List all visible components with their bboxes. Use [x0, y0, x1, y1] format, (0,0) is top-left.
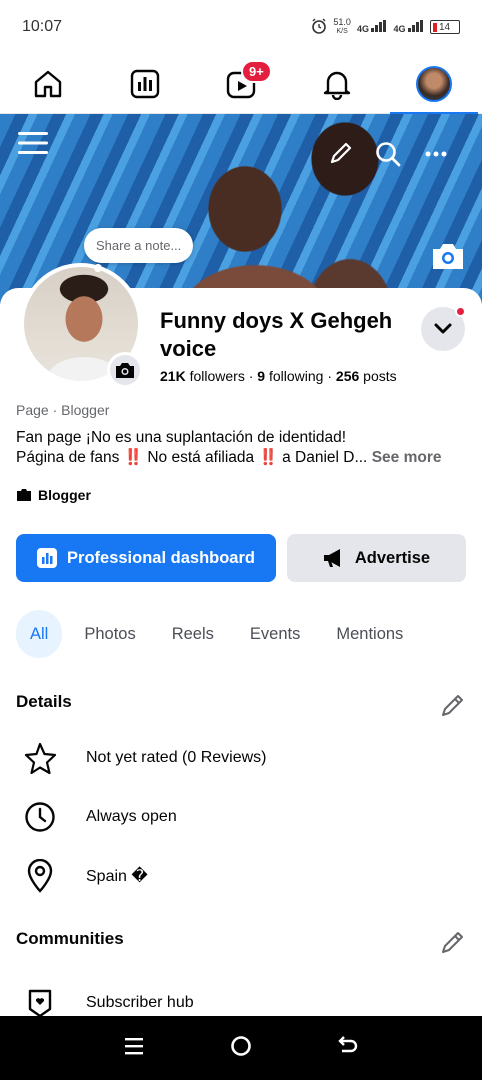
tab-reels[interactable]: 9+	[211, 54, 272, 114]
category-tag: Blogger	[16, 487, 91, 503]
network-speed-value: 51.0	[333, 17, 351, 27]
search-icon[interactable]	[372, 138, 404, 170]
filter-events[interactable]: Events	[236, 610, 314, 658]
hours-text: Always open	[86, 808, 177, 825]
advertise-label: Advertise	[354, 548, 431, 567]
stats-separator: ·	[248, 368, 258, 384]
battery-level: 14	[439, 21, 451, 33]
alarm-icon	[311, 18, 327, 37]
home-icon	[34, 70, 62, 97]
profile-switch-dropdown[interactable]	[421, 306, 466, 351]
edit-icon[interactable]	[326, 138, 356, 168]
posts-count: 256	[335, 368, 360, 384]
avatar-camera-button[interactable]	[107, 352, 143, 388]
followers-count[interactable]: 21K	[160, 368, 186, 384]
communities-title: Communities	[16, 929, 124, 948]
menu-icon[interactable]	[16, 126, 50, 160]
home-button-icon[interactable]	[230, 1035, 252, 1062]
note-bubble-tail	[94, 264, 102, 272]
clock-icon	[16, 797, 64, 837]
battery-icon: 14	[430, 20, 460, 34]
notifications-badge: 9+	[240, 59, 272, 83]
back-icon[interactable]	[337, 1035, 359, 1061]
system-navigation-bar	[0, 1016, 482, 1080]
filter-all[interactable]: All	[16, 610, 63, 658]
network-speed-unit: K/S	[336, 28, 348, 35]
page-name: Funny doys X Gehgeh voice	[160, 308, 393, 361]
signal-bars-icon	[408, 20, 423, 32]
share-note-label: Share a note...	[96, 238, 182, 253]
tab-profile[interactable]	[389, 54, 478, 115]
share-note-button[interactable]: Share a note...	[84, 228, 194, 263]
signal-2-label: 4G	[393, 24, 406, 34]
recent-apps-icon[interactable]	[123, 1036, 145, 1061]
location-text: Spain �	[86, 868, 148, 885]
signal-2: 4G	[393, 20, 424, 34]
dashboard-icon	[37, 548, 58, 568]
dashboard-icon	[130, 69, 159, 98]
camera-icon	[116, 363, 134, 378]
top-navigation: 9+	[0, 54, 482, 115]
briefcase-icon	[17, 489, 31, 501]
signal-bars-icon	[371, 20, 387, 32]
rating-text: Not yet rated (0 Reviews)	[86, 749, 267, 766]
status-icons: 51.0 K/S 4G 4G 14	[311, 18, 460, 37]
bio-line-2: Página de fans ‼️ No está afiliada ‼️ a …	[16, 448, 466, 468]
profile-stats: 21K followers · 9 following · 256 posts	[160, 368, 397, 384]
megaphone-icon	[323, 549, 340, 567]
status-time: 10:07	[22, 18, 63, 35]
rating-row[interactable]: Not yet rated (0 Reviews)	[16, 738, 267, 778]
tab-dashboard[interactable]	[115, 54, 175, 114]
bell-icon	[324, 71, 351, 100]
status-bar: 10:07 51.0 K/S 4G 4G 14	[0, 0, 482, 54]
following-count[interactable]: 9	[257, 368, 265, 384]
filter-photos[interactable]: Photos	[70, 610, 149, 658]
page-category: Page · Blogger	[16, 402, 110, 418]
page-bio: Fan page ¡No es una suplantación de iden…	[16, 428, 466, 468]
location-pin-icon	[16, 856, 64, 896]
edit-communities-icon[interactable]	[440, 929, 466, 955]
following-label[interactable]: following	[269, 368, 323, 384]
chevron-down-icon	[434, 323, 452, 334]
profile-filter-tabs: All Photos Reels Events Mentions	[16, 610, 482, 658]
camera-icon[interactable]	[430, 240, 466, 272]
edit-details-icon[interactable]	[440, 692, 466, 718]
professional-dashboard-button[interactable]: Professional dashboard	[16, 534, 276, 582]
tab-notifications[interactable]	[307, 54, 367, 114]
signal-1-label: 4G	[356, 24, 369, 34]
star-icon	[16, 738, 64, 778]
tab-home[interactable]	[18, 54, 78, 114]
category-tag-label: Blogger	[38, 487, 91, 503]
details-title: Details	[16, 692, 72, 711]
bio-line-2-text: Página de fans ‼️ No está afiliada ‼️ a …	[16, 449, 368, 466]
advertise-button[interactable]: Advertise	[287, 534, 466, 582]
see-more-link[interactable]: See more	[372, 449, 442, 466]
stats-separator: ·	[327, 368, 336, 384]
bio-line-1: Fan page ¡No es una suplantación de iden…	[16, 429, 347, 446]
notification-dot	[455, 306, 466, 317]
signal-1: 4G	[357, 20, 388, 34]
subscriber-hub-text: Subscriber hub	[86, 994, 194, 1011]
professional-dashboard-label: Professional dashboard	[67, 548, 255, 567]
location-row[interactable]: Spain �	[16, 856, 148, 896]
filter-mentions[interactable]: Mentions	[322, 610, 417, 658]
hours-row: Always open	[16, 797, 177, 837]
posts-label: posts	[363, 368, 397, 384]
followers-label[interactable]: followers	[190, 368, 245, 384]
avatar	[415, 65, 452, 102]
network-speed: 51.0 K/S	[333, 18, 351, 36]
more-icon[interactable]	[420, 138, 452, 170]
filter-reels[interactable]: Reels	[158, 610, 228, 658]
